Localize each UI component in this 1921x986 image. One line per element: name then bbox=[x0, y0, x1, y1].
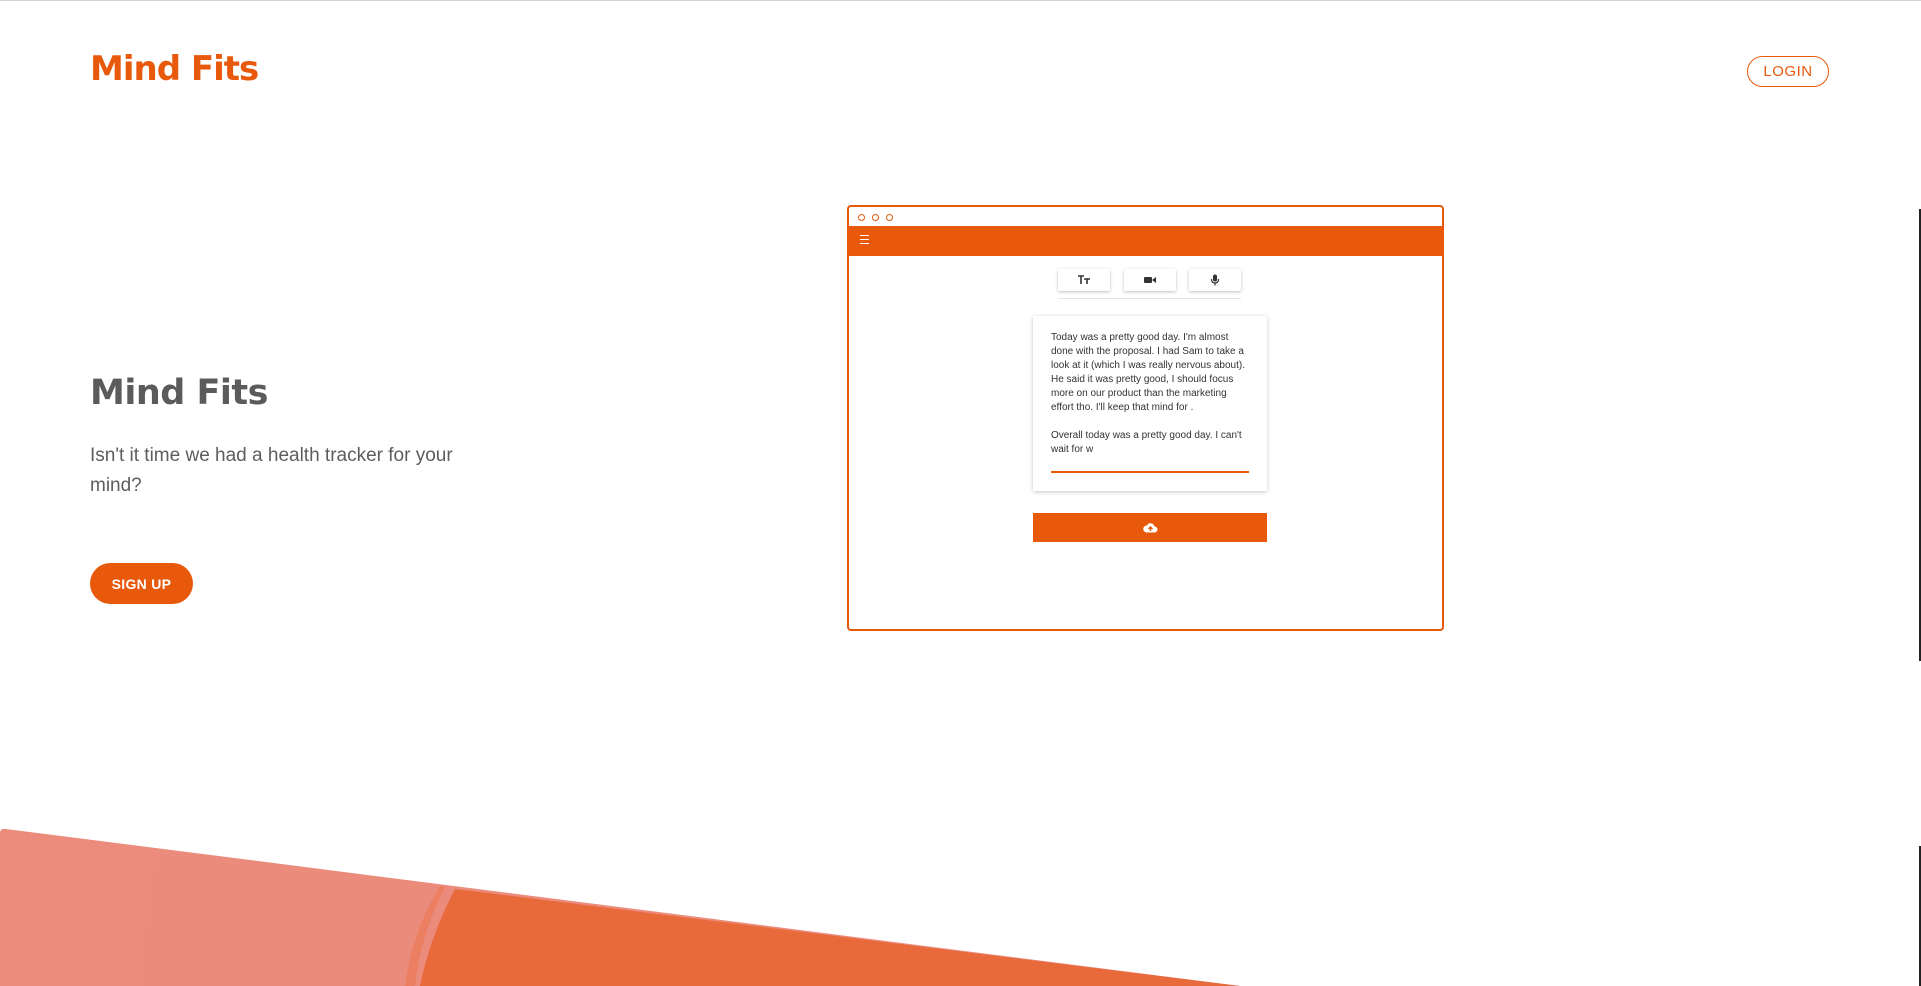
decorative-wave-footer bbox=[0, 828, 1240, 986]
hero-subtitle: Isn't it time we had a health tracker fo… bbox=[90, 445, 453, 496]
toolbar-divider bbox=[1058, 298, 1241, 299]
window-dot-icon bbox=[858, 214, 865, 221]
menu-icon bbox=[860, 235, 869, 244]
video-camera-icon bbox=[1124, 269, 1176, 291]
journal-entry-text: Today was a pretty good day. I'm almost … bbox=[1051, 332, 1245, 455]
app-mockup-illustration: Today was a pretty good day. I'm almost … bbox=[847, 205, 1444, 631]
text-size-icon bbox=[1058, 269, 1110, 291]
login-button[interactable]: LOGIN bbox=[1747, 56, 1829, 87]
journal-entry-card: Today was a pretty good day. I'm almost … bbox=[1033, 316, 1267, 491]
brand-logo[interactable]: Mind Fits bbox=[90, 49, 259, 89]
entry-field-underline bbox=[1051, 471, 1249, 473]
window-dot-icon bbox=[872, 214, 879, 221]
microphone-icon bbox=[1189, 269, 1241, 291]
window-dot-icon bbox=[886, 214, 893, 221]
mockup-app-bar bbox=[849, 226, 1442, 256]
upload-button bbox=[1033, 513, 1267, 542]
cloud-upload-icon bbox=[1142, 523, 1157, 533]
signup-button[interactable]: SIGN UP bbox=[90, 563, 193, 604]
mockup-window-chrome bbox=[849, 207, 1442, 226]
hero-title: Mind Fits bbox=[90, 373, 268, 413]
